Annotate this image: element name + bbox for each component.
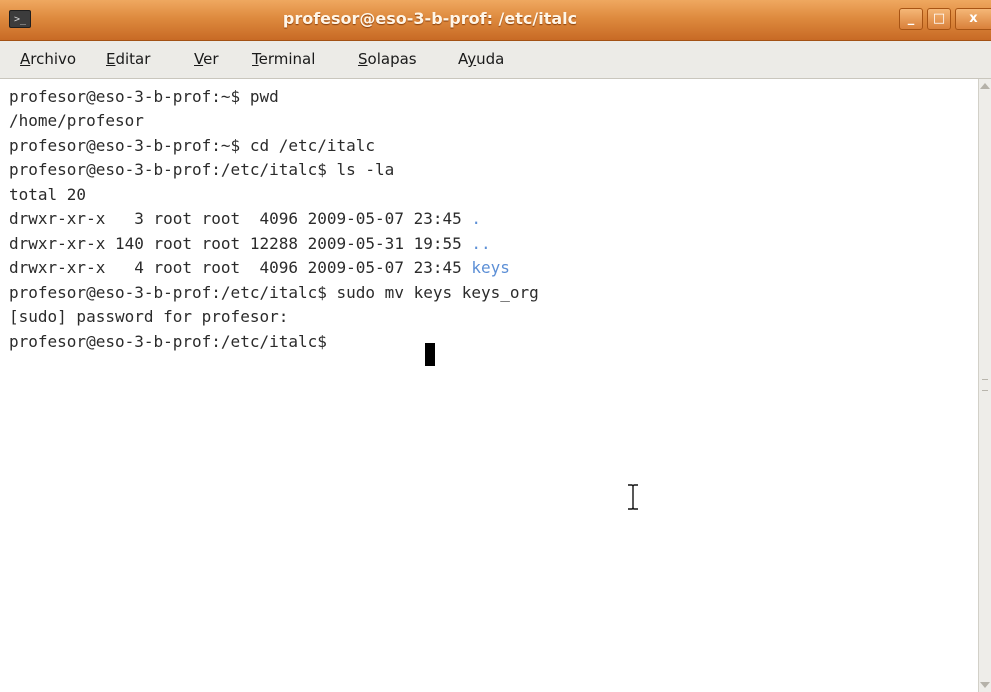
scroll-down-arrow-icon[interactable]	[980, 682, 990, 688]
terminal-line: profesor@eso-3-b-prof:/etc/italc$ sudo m…	[9, 283, 539, 302]
listing-entry: drwxr-xr-x 140 root root 12288 2009-05-3…	[9, 234, 472, 253]
window-title: profesor@eso-3-b-prof: /etc/italc	[282, 9, 578, 28]
menu-ver[interactable]: Ver	[194, 41, 219, 78]
terminal-output[interactable]: profesor@eso-3-b-prof:~$ pwd /home/profe…	[0, 79, 978, 692]
vertical-scrollbar[interactable]	[978, 79, 991, 692]
text-cursor	[425, 343, 435, 366]
menu-archivo[interactable]: Archivo	[20, 41, 76, 78]
listing-entry: drwxr-xr-x 3 root root 4096 2009-05-07 2…	[9, 209, 472, 228]
menu-editar[interactable]: Editar	[106, 41, 150, 78]
terminal-prompt-line: profesor@eso-3-b-prof:/etc/italc$	[9, 332, 337, 351]
terminal-line: /home/profesor	[9, 111, 144, 130]
terminal-line: drwxr-xr-x 4 root root 4096 2009-05-07 2…	[9, 256, 510, 280]
menu-ayuda[interactable]: Ayuda	[458, 41, 504, 78]
menu-solapas[interactable]: Solapas	[358, 41, 417, 78]
directory-name: .	[471, 209, 482, 228]
scroll-grip-icon[interactable]	[982, 379, 988, 391]
terminal-icon[interactable]: >_	[9, 10, 31, 28]
listing-entry: drwxr-xr-x 4 root root 4096 2009-05-07 2…	[9, 258, 472, 277]
scroll-up-arrow-icon[interactable]	[980, 83, 990, 89]
ibeam-cursor-icon	[628, 484, 638, 510]
directory-name: ..	[471, 234, 491, 253]
terminal-line: profesor@eso-3-b-prof:/etc/italc$ ls -la	[9, 160, 395, 179]
title-bar[interactable]: >_ profesor@eso-3-b-prof: /etc/italc _ □…	[0, 0, 991, 41]
terminal-line: total 20	[9, 185, 87, 204]
maximize-button[interactable]: □	[927, 8, 951, 30]
menu-terminal[interactable]: Terminal	[252, 41, 315, 78]
terminal-line: drwxr-xr-x 140 root root 12288 2009-05-3…	[9, 232, 491, 256]
terminal-line: [sudo] password for profesor:	[9, 307, 289, 326]
close-button[interactable]: x	[955, 8, 991, 30]
terminal-window: >_ profesor@eso-3-b-prof: /etc/italc _ □…	[0, 0, 991, 692]
terminal-line: drwxr-xr-x 3 root root 4096 2009-05-07 2…	[9, 207, 481, 231]
minimize-button[interactable]: _	[899, 8, 923, 30]
directory-name: keys	[471, 258, 510, 277]
menu-bar: Archivo Editar Ver Terminal Solapas Ayud…	[0, 41, 991, 79]
terminal-line: profesor@eso-3-b-prof:~$ pwd	[9, 87, 279, 106]
terminal-line: profesor@eso-3-b-prof:~$ cd /etc/italc	[9, 136, 376, 155]
